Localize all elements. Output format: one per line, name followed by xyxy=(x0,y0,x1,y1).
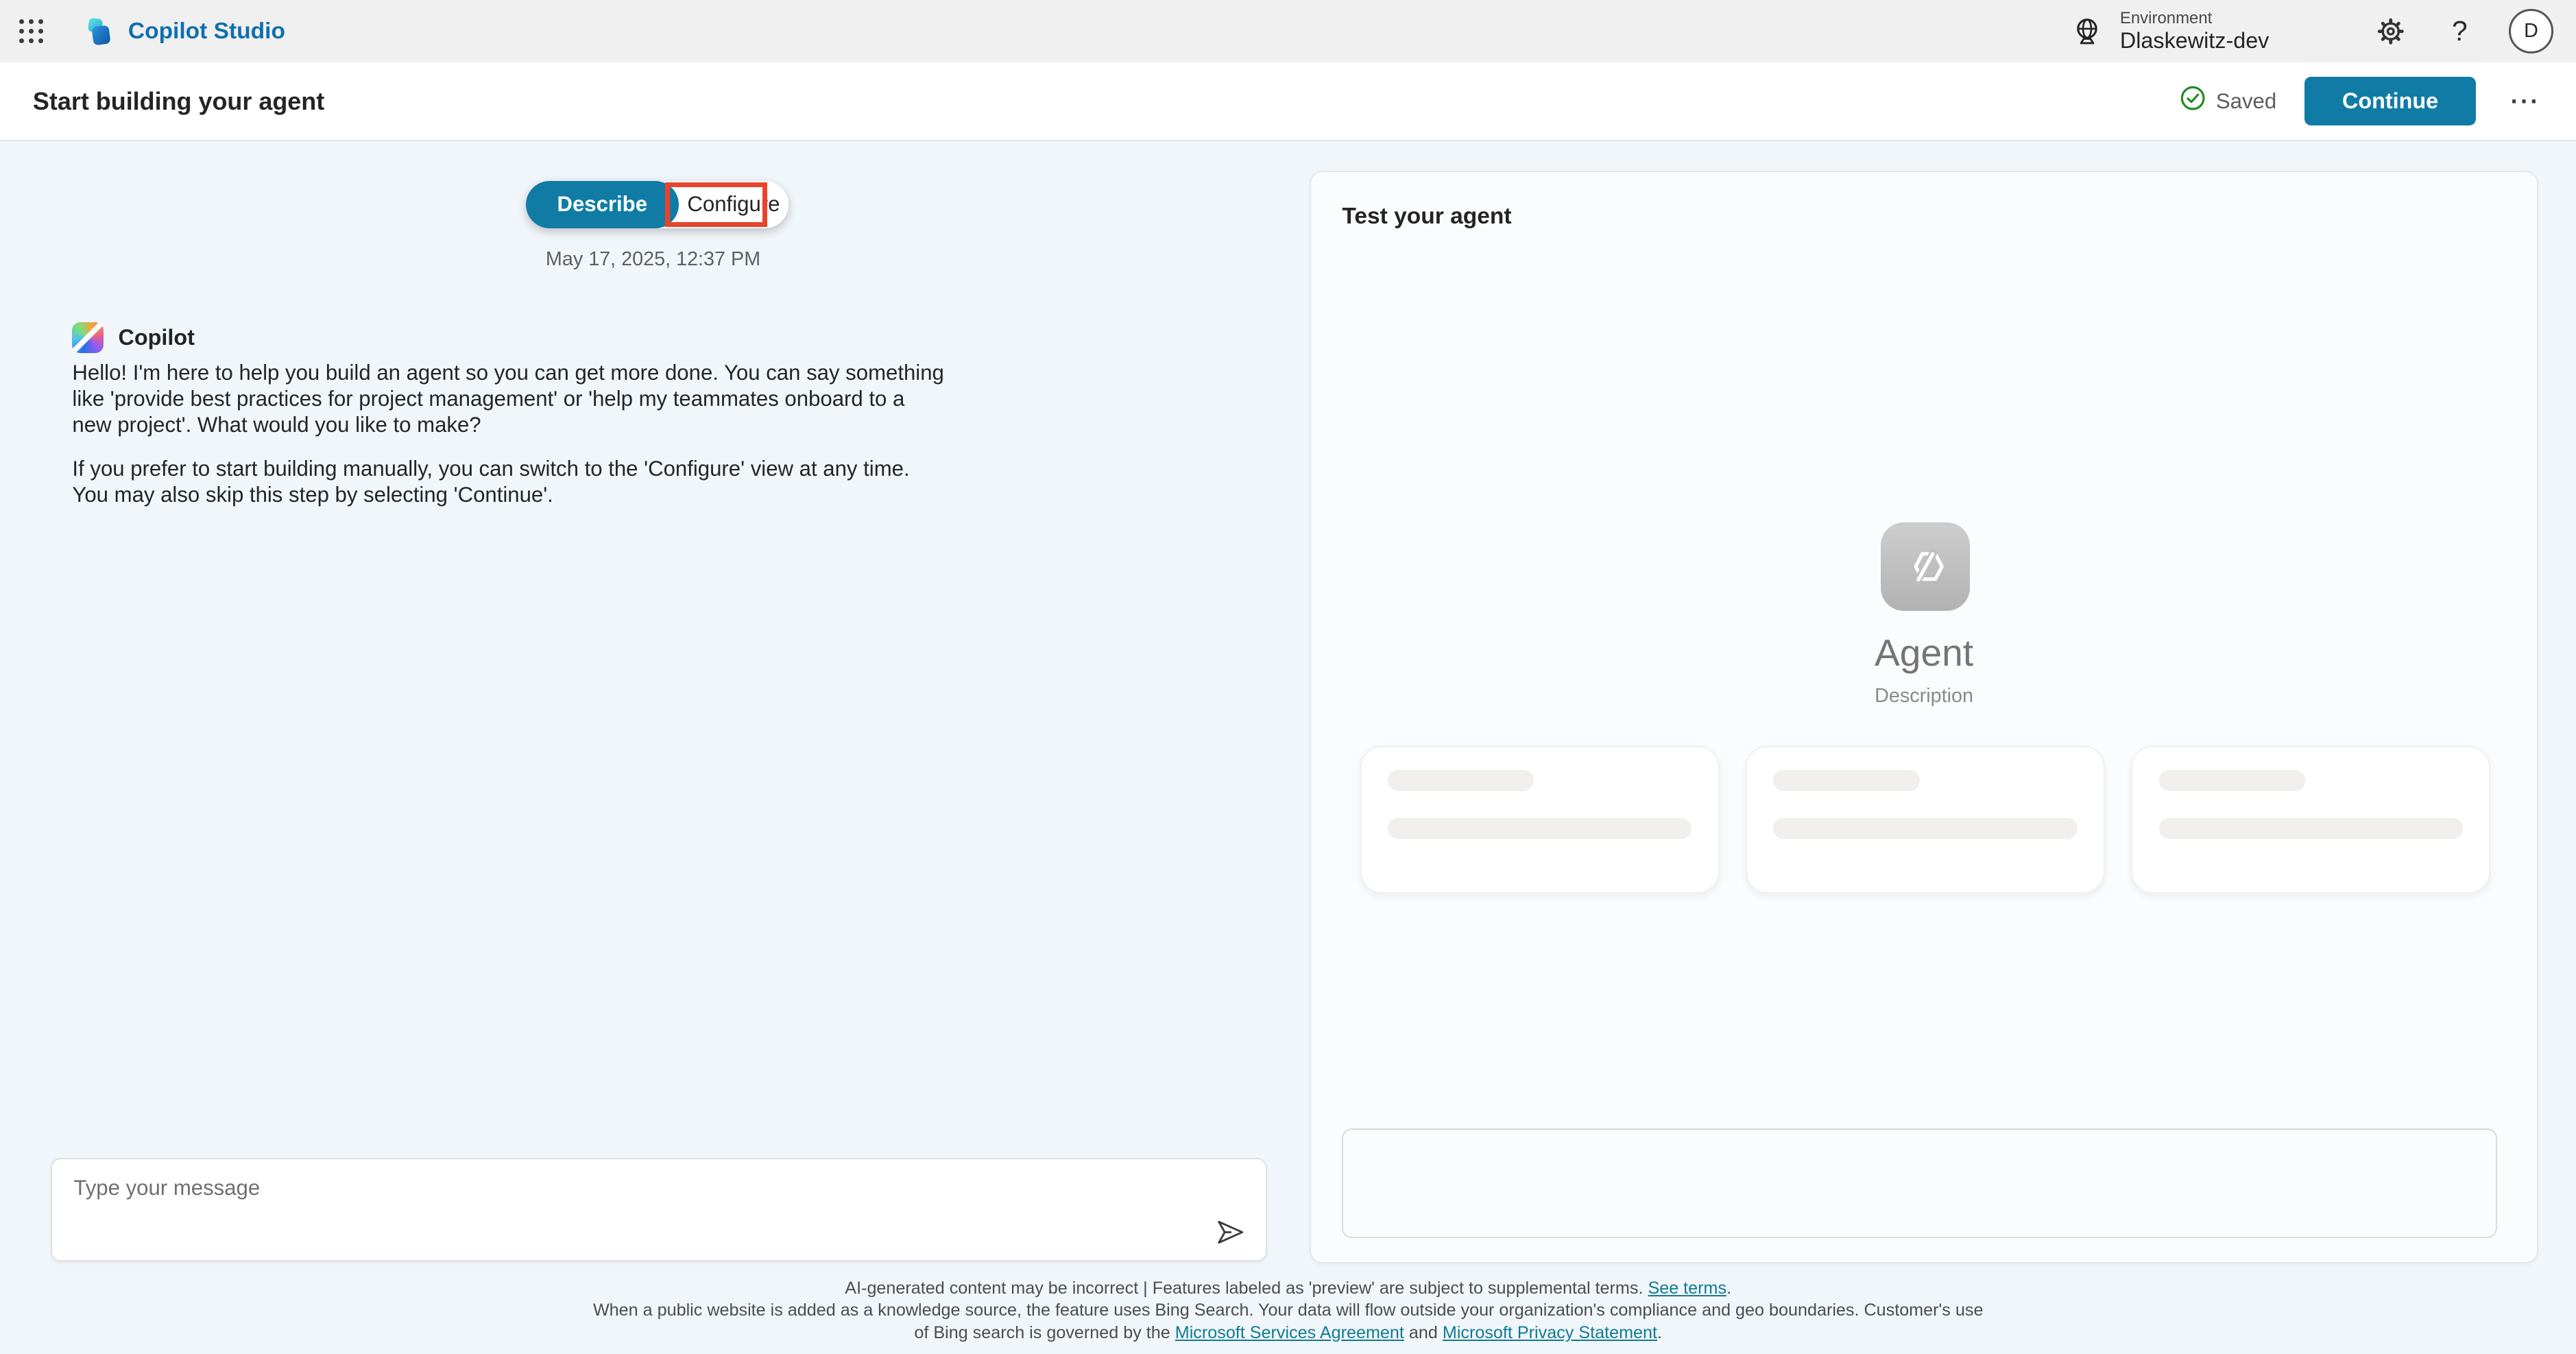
legal-footer: AI-generated content may be incorrect | … xyxy=(0,1277,2576,1344)
agent-avatar-tile xyxy=(1881,522,1969,611)
save-status: Saved xyxy=(2180,85,2276,117)
agent-hexagon-icon xyxy=(1899,540,1952,593)
message-paragraph: Hello! I'm here to help you build an age… xyxy=(72,360,948,438)
footer-text: . xyxy=(1726,1279,1731,1298)
help-icon[interactable]: ? xyxy=(2440,12,2480,51)
copilot-studio-logo-icon xyxy=(82,15,115,48)
environment-name: Dlaskewitz-dev xyxy=(2120,28,2269,53)
account-avatar[interactable]: D xyxy=(2509,9,2553,53)
app-launcher-button[interactable] xyxy=(0,0,62,62)
tab-describe[interactable]: Describe xyxy=(526,181,679,228)
send-button[interactable] xyxy=(1213,1214,1249,1250)
copilot-message: Hello! I'm here to help you build an age… xyxy=(72,360,948,508)
environment-label: Environment xyxy=(2120,9,2269,28)
environment-globe-icon xyxy=(2067,12,2107,51)
settings-gear-icon[interactable] xyxy=(2371,12,2411,51)
view-toggle: Describe Configure xyxy=(526,181,789,228)
footer-line-1: AI-generated content may be incorrect | … xyxy=(0,1277,2576,1299)
agent-description: Description xyxy=(1311,685,2537,708)
footer-text: AI-generated content may be incorrect | … xyxy=(845,1279,1648,1298)
footer-line-2: When a public website is added as a know… xyxy=(0,1299,2576,1321)
footer-text: . xyxy=(1657,1323,1662,1342)
message-input[interactable] xyxy=(52,1159,1265,1260)
suggestion-skeleton-row xyxy=(1360,746,2491,894)
test-chat-input[interactable] xyxy=(1342,1128,2497,1239)
waffle-icon xyxy=(19,19,44,44)
main-area: Describe Configure May 17, 2025, 12:37 P… xyxy=(0,141,2576,1353)
chat-input-box xyxy=(51,1158,1266,1261)
copilot-studio-app: Copilot Studio Environment Dlaskewitz-de… xyxy=(0,0,2576,1354)
test-agent-panel: Test your agent Agent Description xyxy=(1310,171,2538,1264)
saved-check-icon xyxy=(2180,85,2206,117)
avatar-initial: D xyxy=(2524,20,2538,43)
message-header: Copilot xyxy=(72,322,194,354)
page-header: Start building your agent Saved Continue… xyxy=(0,62,2576,141)
help-glyph: ? xyxy=(2452,15,2468,47)
tab-configure[interactable]: Configure xyxy=(679,181,789,228)
continue-button[interactable]: Continue xyxy=(2304,77,2476,125)
footer-text: and xyxy=(1404,1323,1443,1342)
message-sender: Copilot xyxy=(119,325,195,350)
skeleton-card xyxy=(1360,746,1720,894)
page-title: Start building your agent xyxy=(0,87,324,116)
privacy-statement-link[interactable]: Microsoft Privacy Statement xyxy=(1443,1323,1657,1342)
services-agreement-link[interactable]: Microsoft Services Agreement xyxy=(1175,1323,1404,1342)
environment-switcher[interactable]: Environment Dlaskewitz-dev xyxy=(2067,9,2269,53)
skeleton-card xyxy=(2131,746,2490,894)
app-title[interactable]: Copilot Studio xyxy=(128,19,285,45)
footer-line-3: of Bing search is governed by the Micros… xyxy=(0,1322,2576,1344)
see-terms-link[interactable]: See terms xyxy=(1648,1279,1726,1298)
message-paragraph: If you prefer to start building manually… xyxy=(72,456,948,508)
saved-label: Saved xyxy=(2216,89,2276,114)
top-bar: Copilot Studio Environment Dlaskewitz-de… xyxy=(0,0,2576,62)
conversation-timestamp: May 17, 2025, 12:37 PM xyxy=(0,248,1306,271)
agent-name: Agent xyxy=(1311,631,2537,675)
more-options-icon[interactable]: ··· xyxy=(2504,87,2547,116)
test-panel-title: Test your agent xyxy=(1342,204,1511,230)
footer-text: of Bing search is governed by the xyxy=(914,1323,1175,1342)
skeleton-card xyxy=(1746,746,2105,894)
copilot-logo-icon xyxy=(72,322,104,354)
